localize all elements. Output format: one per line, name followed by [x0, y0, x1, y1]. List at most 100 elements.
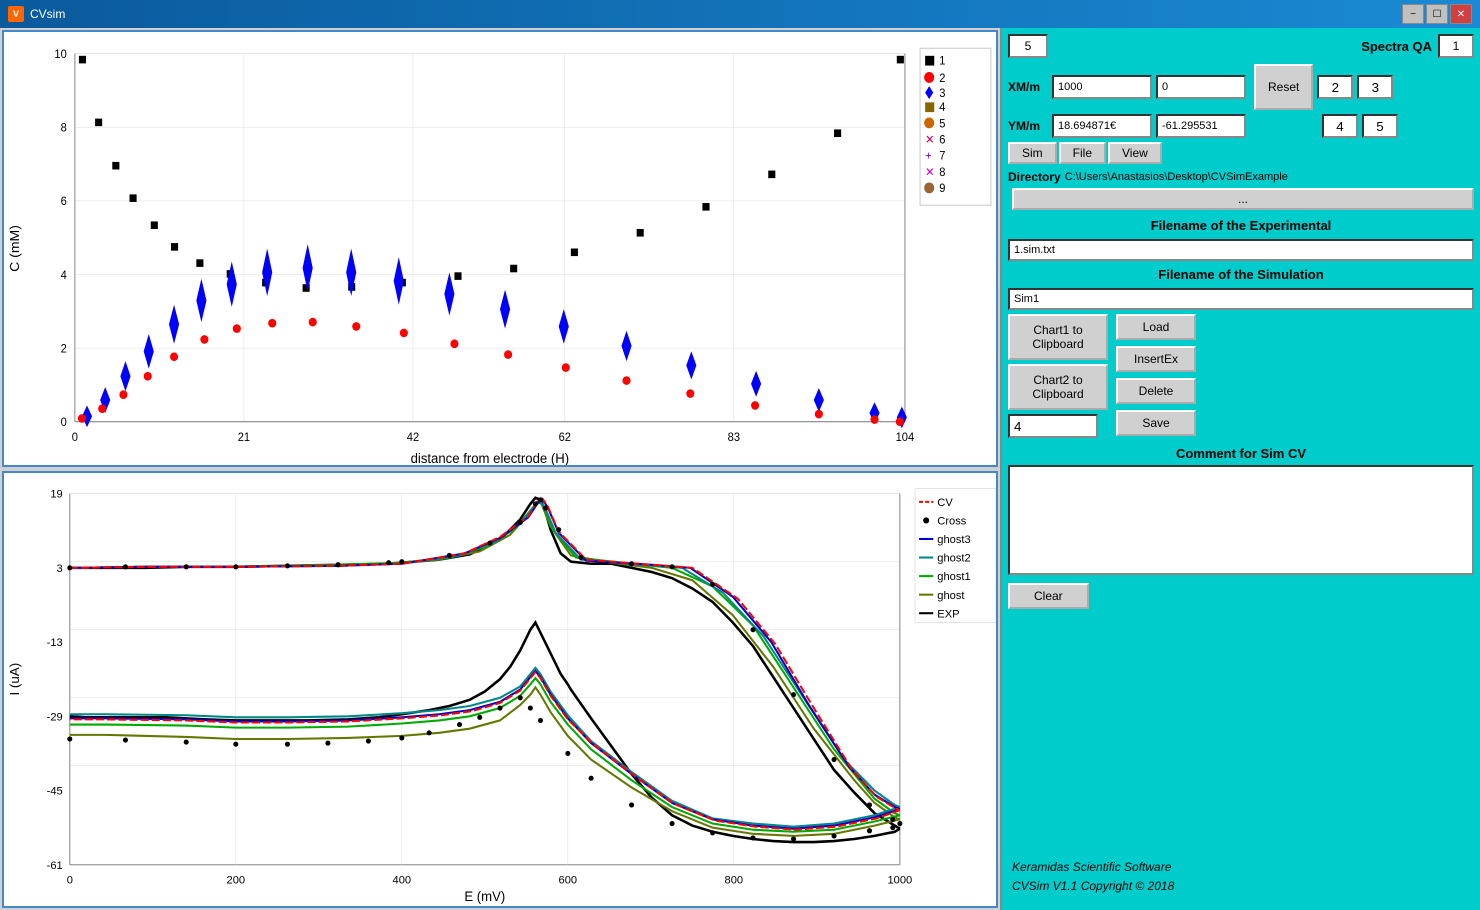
sidebar: Spectra QA XM/m Reset YM/m Sim File — [1000, 28, 1480, 910]
svg-text:CV: CV — [937, 497, 953, 509]
svg-text:ghost3: ghost3 — [937, 534, 970, 546]
load-save-col: Load InsertEx Delete Save — [1116, 314, 1196, 438]
svg-text:9: 9 — [939, 183, 945, 195]
svg-text:0: 0 — [72, 432, 78, 444]
exp-filename-header: Filename of the Experimental — [1008, 216, 1474, 235]
window-controls[interactable]: − ☐ ✕ — [1402, 4, 1472, 24]
clear-button[interactable]: Clear — [1008, 583, 1089, 609]
num4-input[interactable] — [1322, 114, 1358, 138]
load-button[interactable]: Load — [1116, 314, 1196, 340]
svg-text:8: 8 — [61, 122, 67, 134]
chart-clipboard-col: Chart1 to Clipboard Chart2 to Clipboard — [1008, 314, 1108, 438]
svg-text:ghost2: ghost2 — [937, 553, 970, 565]
svg-text:3: 3 — [57, 563, 63, 575]
svg-text:+: + — [925, 150, 932, 162]
chart1-clipboard-button[interactable]: Chart1 to Clipboard — [1008, 314, 1108, 360]
svg-text:104: 104 — [896, 432, 915, 444]
svg-text:21: 21 — [238, 432, 250, 444]
comment-label: Comment for Sim CV — [1008, 446, 1474, 461]
svg-text:ghost: ghost — [937, 590, 965, 602]
svg-text:8: 8 — [939, 167, 945, 179]
ym-value1-input[interactable] — [1052, 114, 1152, 138]
file-menu-button[interactable]: File — [1059, 142, 1106, 164]
insertex-button[interactable]: InsertEx — [1116, 346, 1196, 372]
spectra-row: Spectra QA — [1008, 34, 1474, 58]
app-title: CVsim — [30, 7, 65, 21]
sim-filename-header: Filename of the Simulation — [1008, 265, 1474, 284]
svg-text:-13: -13 — [47, 637, 63, 649]
directory-row: Directory C:\Users\Anastasios\Desktop\CV… — [1008, 170, 1474, 184]
svg-text:62: 62 — [559, 432, 571, 444]
spectra-qa-input[interactable] — [1438, 34, 1474, 58]
spectra-qa-label: Spectra QA — [1361, 39, 1432, 54]
save-button[interactable]: Save — [1116, 410, 1196, 436]
comment-textarea[interactable] — [1008, 465, 1474, 575]
xm-label: XM/m — [1008, 80, 1048, 94]
svg-text:✕: ✕ — [925, 134, 934, 146]
svg-text:ghost1: ghost1 — [937, 571, 970, 583]
num3-input[interactable] — [1357, 75, 1393, 99]
svg-text:E (mV): E (mV) — [464, 889, 505, 904]
chart2-clipboard-button[interactable]: Chart2 to Clipboard — [1008, 364, 1108, 410]
copyright: Keramidas Scientific Software CVSim V1.1… — [1008, 850, 1474, 904]
app-icon: V — [8, 6, 24, 22]
charts-area: 10 8 6 4 2 0 0 21 42 62 83 104 C (mM) di… — [0, 28, 1000, 910]
maximize-button[interactable]: ☐ — [1426, 4, 1448, 24]
chart-cv: 19 3 -13 -29 -45 -61 0 200 400 600 800 1… — [2, 471, 998, 908]
svg-text:4: 4 — [939, 102, 946, 114]
exp-filename-input[interactable] — [1008, 239, 1474, 261]
svg-text:✕: ✕ — [925, 167, 934, 179]
ym-value2-input[interactable] — [1156, 114, 1246, 138]
svg-text:5: 5 — [939, 118, 945, 130]
svg-text:200: 200 — [227, 874, 246, 886]
main-container: 10 8 6 4 2 0 0 21 42 62 83 104 C (mM) di… — [0, 28, 1480, 910]
ym-row: YM/m — [1008, 114, 1474, 138]
ym-label: YM/m — [1008, 119, 1048, 133]
reset-button[interactable]: Reset — [1254, 64, 1313, 110]
sim-num-input[interactable] — [1008, 414, 1098, 438]
svg-text:4: 4 — [61, 270, 68, 282]
svg-text:C (mM): C (mM) — [8, 225, 22, 272]
svg-text:-45: -45 — [47, 786, 63, 798]
svg-text:3: 3 — [939, 88, 945, 100]
svg-text:-61: -61 — [47, 860, 63, 872]
menu-row: Sim File View — [1008, 142, 1474, 164]
svg-text:2: 2 — [61, 343, 67, 355]
svg-text:-29: -29 — [47, 711, 63, 723]
xm-value2-input[interactable] — [1156, 75, 1246, 99]
svg-text:600: 600 — [559, 874, 578, 886]
minimize-button[interactable]: − — [1402, 4, 1424, 24]
svg-text:83: 83 — [728, 432, 740, 444]
num5-input[interactable] — [1362, 114, 1398, 138]
svg-text:19: 19 — [50, 489, 62, 501]
svg-text:6: 6 — [939, 134, 945, 146]
copyright-line1: Keramidas Scientific Software — [1012, 858, 1470, 877]
browse-button[interactable]: ... — [1012, 188, 1474, 210]
chart-concentration: 10 8 6 4 2 0 0 21 42 62 83 104 C (mM) di… — [2, 30, 998, 467]
sim-filename-input[interactable] — [1008, 288, 1474, 310]
sim-menu-button[interactable]: Sim — [1008, 142, 1057, 164]
svg-text:6: 6 — [61, 196, 67, 208]
series-number-input[interactable] — [1008, 34, 1048, 58]
delete-button[interactable]: Delete — [1116, 378, 1196, 404]
svg-text:400: 400 — [393, 874, 412, 886]
xm-value1-input[interactable] — [1052, 75, 1152, 99]
svg-text:1: 1 — [939, 55, 945, 67]
copyright-line2: CVSim V1.1 Copyright © 2018 — [1012, 877, 1470, 896]
dir-value: C:\Users\Anastasios\Desktop\CVSimExample — [1065, 171, 1288, 183]
view-menu-button[interactable]: View — [1108, 142, 1162, 164]
svg-text:800: 800 — [725, 874, 744, 886]
svg-text:EXP: EXP — [937, 608, 959, 620]
svg-text:10: 10 — [54, 49, 66, 61]
svg-text:0: 0 — [61, 417, 67, 429]
svg-text:1000: 1000 — [887, 874, 912, 886]
svg-text:7: 7 — [939, 150, 945, 162]
svg-text:Cross: Cross — [937, 515, 966, 527]
dir-label: Directory — [1008, 170, 1061, 184]
close-button[interactable]: ✕ — [1450, 4, 1472, 24]
svg-text:2: 2 — [939, 72, 945, 84]
num2-input[interactable] — [1317, 75, 1353, 99]
svg-text:I (uA): I (uA) — [7, 663, 22, 696]
svg-text:0: 0 — [67, 874, 73, 886]
title-bar: V CVsim − ☐ ✕ — [0, 0, 1480, 28]
